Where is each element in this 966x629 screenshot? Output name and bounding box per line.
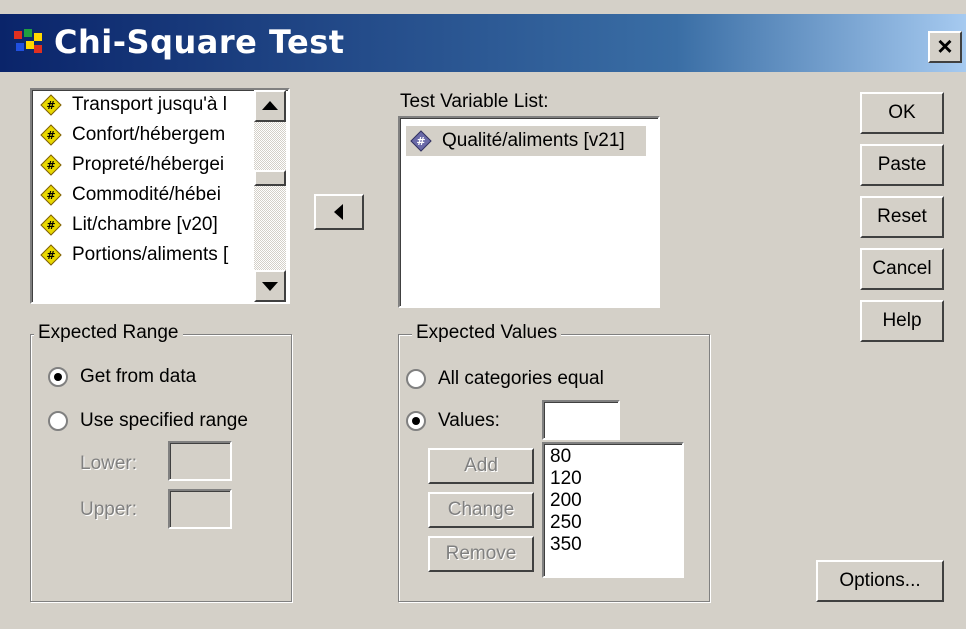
scroll-up-button[interactable] <box>254 90 286 122</box>
scale-variable-icon: # <box>410 130 432 152</box>
variable-label: Qualité/aliments [v21] <box>442 130 625 151</box>
scroll-down-button[interactable] <box>254 270 286 302</box>
values-label[interactable]: Values: <box>438 409 500 433</box>
svg-text:#: # <box>46 219 55 232</box>
list-item[interactable]: 250 <box>544 512 682 534</box>
variable-label: Propreté/hébergei <box>72 154 225 175</box>
variable-label: Transport jusqu'à l <box>72 94 227 115</box>
reset-button-label: Reset <box>877 206 927 227</box>
expected-values-list[interactable]: 80 120 200 250 350 <box>542 442 684 578</box>
test-variable-list-label: Test Variable List: <box>400 91 549 112</box>
arrow-down-icon <box>262 282 278 291</box>
list-item[interactable]: 200 <box>544 490 682 512</box>
svg-text:#: # <box>46 249 55 262</box>
close-icon: × <box>937 31 953 61</box>
variable-label: Portions/aliments [ <box>72 244 229 265</box>
window-title: Chi-Square Test <box>54 23 345 61</box>
scale-variable-icon: # <box>40 94 62 116</box>
upper-label: Upper: <box>80 499 138 520</box>
list-item[interactable]: 120 <box>544 468 682 490</box>
options-button-label: Options... <box>839 570 921 591</box>
paste-button[interactable]: Paste <box>860 144 944 186</box>
scale-variable-icon: # <box>40 184 62 206</box>
source-list-scrollbar[interactable] <box>254 90 286 302</box>
chi-square-dialog: Chi-Square Test × # Transport jusqu'à l … <box>0 0 966 629</box>
arrow-up-icon <box>262 101 278 110</box>
remove-button-label: Remove <box>445 543 517 564</box>
variable-label: Commodité/hébei <box>72 184 221 205</box>
arrow-left-icon <box>334 204 343 220</box>
scale-variable-icon: # <box>40 244 62 266</box>
values-radio[interactable] <box>406 411 426 431</box>
ok-button-label: OK <box>888 102 916 123</box>
list-item[interactable]: # Qualité/aliments [v21] <box>406 126 646 156</box>
svg-text:#: # <box>46 99 55 112</box>
source-variable-list[interactable]: # Transport jusqu'à l # Confort/hébergem… <box>30 88 290 304</box>
variable-label: Confort/hébergem <box>72 124 226 145</box>
move-variable-button[interactable] <box>314 194 364 230</box>
help-button-label: Help <box>882 310 922 331</box>
variable-label: Lit/chambre [v20] <box>72 214 218 235</box>
options-button[interactable]: Options... <box>816 560 944 602</box>
all-categories-equal-radio[interactable] <box>406 369 426 389</box>
ok-button[interactable]: OK <box>860 92 944 134</box>
list-item[interactable]: 80 <box>544 446 682 468</box>
use-specified-range-radio[interactable] <box>48 411 68 431</box>
change-button-label: Change <box>447 499 515 520</box>
expected-range-title: Expected Range <box>34 322 183 344</box>
scale-variable-icon: # <box>40 124 62 146</box>
svg-text:#: # <box>416 135 425 148</box>
add-button-label: Add <box>464 455 498 476</box>
scroll-track-lower[interactable] <box>254 186 286 270</box>
help-button[interactable]: Help <box>860 300 944 342</box>
value-input[interactable] <box>542 400 620 440</box>
reset-button[interactable]: Reset <box>860 196 944 238</box>
scroll-thumb[interactable] <box>254 170 286 186</box>
all-categories-equal-label[interactable]: All categories equal <box>438 367 604 391</box>
title-bar[interactable]: Chi-Square Test × <box>0 14 966 72</box>
get-from-data-radio[interactable] <box>48 367 68 387</box>
get-from-data-label[interactable]: Get from data <box>80 365 196 389</box>
svg-text:#: # <box>46 129 55 142</box>
paste-button-label: Paste <box>877 154 927 175</box>
svg-text:#: # <box>46 159 55 172</box>
cancel-button[interactable]: Cancel <box>860 248 944 290</box>
scale-variable-icon: # <box>40 154 62 176</box>
svg-text:#: # <box>46 189 55 202</box>
app-icon <box>14 29 42 53</box>
scroll-track-upper[interactable] <box>254 122 286 170</box>
test-variable-list[interactable]: # Qualité/aliments [v21] <box>398 116 660 308</box>
remove-button[interactable]: Remove <box>428 536 534 572</box>
use-specified-range-label[interactable]: Use specified range <box>80 409 248 433</box>
expected-values-title: Expected Values <box>412 322 562 344</box>
close-button[interactable]: × <box>928 31 962 63</box>
upper-input[interactable] <box>168 489 232 529</box>
lower-input[interactable] <box>168 441 232 481</box>
scale-variable-icon: # <box>40 214 62 236</box>
lower-label: Lower: <box>80 453 138 474</box>
add-button[interactable]: Add <box>428 448 534 484</box>
cancel-button-label: Cancel <box>872 258 932 279</box>
change-button[interactable]: Change <box>428 492 534 528</box>
list-item[interactable]: 350 <box>544 534 682 556</box>
